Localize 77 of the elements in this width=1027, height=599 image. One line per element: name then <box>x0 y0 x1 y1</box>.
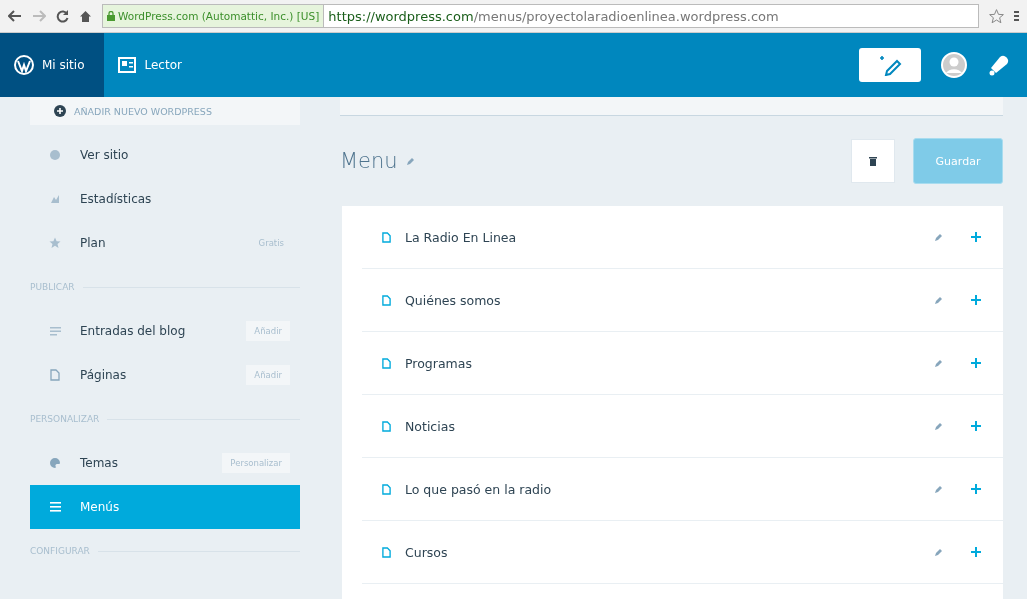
page-icon <box>382 231 391 243</box>
sidebar-item-label: Estadísticas <box>80 192 153 206</box>
chart-icon <box>50 194 60 204</box>
site-identity[interactable]: WordPress.com (Automattic, Inc.) [US] <box>103 5 325 27</box>
star-icon <box>49 237 61 249</box>
plus-icon[interactable] <box>971 484 981 494</box>
section-heading: PERSONALIZAR <box>30 414 100 424</box>
address-bar[interactable]: WordPress.com (Automattic, Inc.) [US] https://wordpress.com/menus/proyectolaradioenlinea.wordpress.com <box>102 4 979 28</box>
menu-item-row[interactable]: Cursos <box>362 521 1003 584</box>
section-heading: PUBLICAR <box>30 282 75 292</box>
menu-item-row[interactable]: La Radio En Linea <box>362 206 1003 269</box>
lock-icon <box>107 11 115 21</box>
pencil-icon[interactable] <box>934 232 943 242</box>
menu-item-label: Noticias <box>405 418 456 434</box>
back-icon[interactable] <box>8 10 22 22</box>
pencil-icon[interactable] <box>934 421 943 431</box>
page-icon <box>382 420 391 432</box>
sidebar-item-label: Menús <box>80 500 121 514</box>
sidebar-item[interactable]: Temas Personalizar <box>30 441 300 485</box>
page-icon <box>382 483 391 495</box>
page-icon <box>50 369 60 381</box>
plus-icon[interactable] <box>971 547 981 557</box>
bookmark-star-icon[interactable] <box>989 8 1004 24</box>
menu-item-label: Programas <box>405 355 473 371</box>
list-icon <box>49 502 61 512</box>
pencil-icon <box>877 54 903 76</box>
menu-item-label: Lo que pasó en la radio <box>405 481 553 497</box>
forward-icon[interactable] <box>32 10 46 22</box>
sidebar-item[interactable]: Páginas Añadir <box>30 353 300 397</box>
pencil-icon[interactable] <box>934 547 943 557</box>
pencil-icon[interactable] <box>934 484 943 494</box>
reload-icon[interactable] <box>56 9 69 23</box>
menu-icon[interactable] <box>1014 10 1019 22</box>
menu-item-row[interactable]: Quiénes somos <box>362 269 1003 332</box>
masterbar-tab[interactable]: Mi sitio <box>0 33 105 97</box>
notification-bell-icon[interactable] <box>987 53 1011 77</box>
pencil-icon[interactable] <box>405 156 415 166</box>
plus-icon[interactable] <box>971 358 981 368</box>
sidebar-item[interactable]: Plan Gratis <box>30 221 300 265</box>
menu-title: Menu <box>340 149 398 173</box>
plan-label: Gratis <box>257 237 285 250</box>
plus-circle-icon <box>54 105 66 117</box>
reader-icon <box>118 57 137 73</box>
plus-icon[interactable] <box>971 421 981 431</box>
page-icon <box>382 546 391 558</box>
masterbar-tab[interactable]: Lector <box>104 33 202 97</box>
sidebar-item-label: Entradas del blog <box>80 324 187 338</box>
menu-item-row[interactable]: Lo que pasó en la radio <box>362 458 1003 521</box>
plus-icon[interactable] <box>971 295 981 305</box>
section-heading: CONFIGURAR <box>30 546 90 556</box>
sidebar-item-label: Ver sitio <box>80 148 130 162</box>
menu-item-row[interactable]: Programas <box>362 332 1003 395</box>
url-text: https://wordpress.com/menus/proyectolaradioenlinea.wordpress.com <box>327 8 779 24</box>
avatar-icon[interactable] <box>941 52 967 78</box>
menu-item-label: Quiénes somos <box>405 292 502 308</box>
palette-icon <box>49 457 61 469</box>
globe-icon <box>49 149 61 161</box>
delete-button[interactable] <box>851 139 895 183</box>
home-icon[interactable] <box>79 9 92 23</box>
sidebar-item[interactable]: Estadísticas <box>30 177 300 221</box>
lines-icon <box>49 326 61 336</box>
page-icon <box>382 294 391 306</box>
pencil-icon[interactable] <box>934 295 943 305</box>
trash-icon <box>869 156 877 166</box>
sidebar-item[interactable]: Entradas del blog Añadir <box>30 309 300 353</box>
plus-icon[interactable] <box>971 232 981 242</box>
wordpress-logo-icon <box>14 55 34 75</box>
sidebar-item-label: Temas <box>80 456 119 470</box>
menu-item-label: Cursos <box>405 544 449 560</box>
menu-item-label: La Radio En Linea <box>405 229 518 245</box>
page-icon <box>382 357 391 369</box>
sidebar-item-label: Páginas <box>80 368 128 382</box>
sidebar-item-label: Plan <box>80 236 107 250</box>
new-post-button[interactable] <box>859 48 921 82</box>
menu-item-row[interactable]: Noticias <box>362 395 1003 458</box>
sidebar-item[interactable]: Ver sitio <box>30 133 300 177</box>
pencil-icon[interactable] <box>934 358 943 368</box>
